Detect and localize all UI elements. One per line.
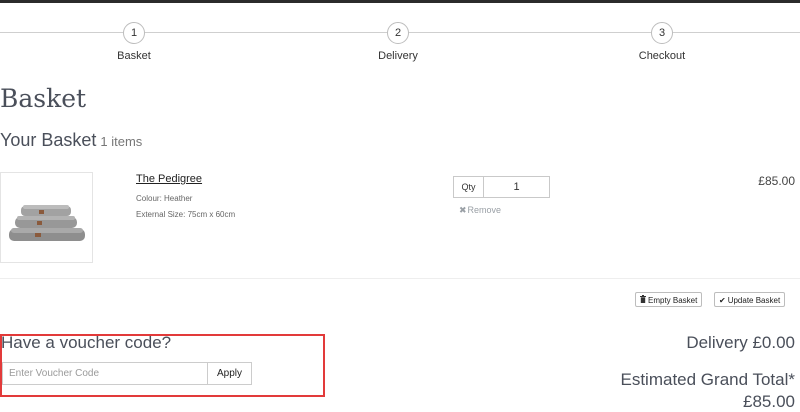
step-label: Checkout [638, 50, 686, 62]
voucher-code-input[interactable] [2, 362, 207, 385]
step-number: 1 [123, 22, 145, 44]
top-border [0, 0, 800, 3]
step-number: 3 [651, 22, 673, 44]
empty-basket-button[interactable]: Empty Basket [635, 292, 703, 308]
grand-total-value: £85.00 [743, 392, 795, 411]
check-icon: ✔ [719, 296, 726, 305]
grand-total-label: Estimated Grand Total* [620, 370, 796, 389]
progress-step-basket[interactable]: 1 Basket [74, 22, 194, 62]
update-basket-button[interactable]: ✔ Update Basket [714, 292, 786, 307]
progress-step-checkout[interactable]: 3 Checkout [602, 22, 722, 62]
step-label: Delivery [378, 50, 418, 62]
voucher-title: Have a voucher code? [1, 333, 172, 352]
update-basket-label: Update Basket [727, 296, 781, 305]
qty-input[interactable] [484, 177, 549, 197]
qty-label: Qty [454, 177, 484, 197]
product-name-link[interactable]: The Pedigree [136, 173, 202, 185]
basket-heading: Your Basket 1 items [0, 130, 142, 151]
progress-step-delivery[interactable]: 2 Delivery [338, 22, 458, 62]
product-image[interactable] [0, 172, 93, 263]
step-label: Basket [117, 50, 151, 62]
row-divider [0, 278, 800, 279]
dog-bed-image [9, 205, 85, 241]
item-count: 1 items [100, 134, 143, 149]
trash-icon [640, 293, 646, 308]
delivery-total: Delivery £0.00 [686, 333, 795, 352]
page-title: Basket [0, 84, 87, 113]
remove-link[interactable]: ✖Remove [459, 205, 501, 216]
empty-basket-label: Empty Basket [648, 296, 698, 305]
remove-label: Remove [467, 205, 502, 215]
item-price: £85.00 [758, 174, 795, 188]
apply-voucher-button[interactable]: Apply [207, 362, 252, 385]
remove-icon: ✖ [459, 205, 467, 215]
product-colour: Colour: Heather [136, 194, 193, 203]
product-size: External Size: 75cm x 60cm [136, 210, 236, 219]
step-number: 2 [387, 22, 409, 44]
basket-heading-text: Your Basket [0, 130, 97, 150]
quantity-field: Qty [453, 176, 550, 198]
